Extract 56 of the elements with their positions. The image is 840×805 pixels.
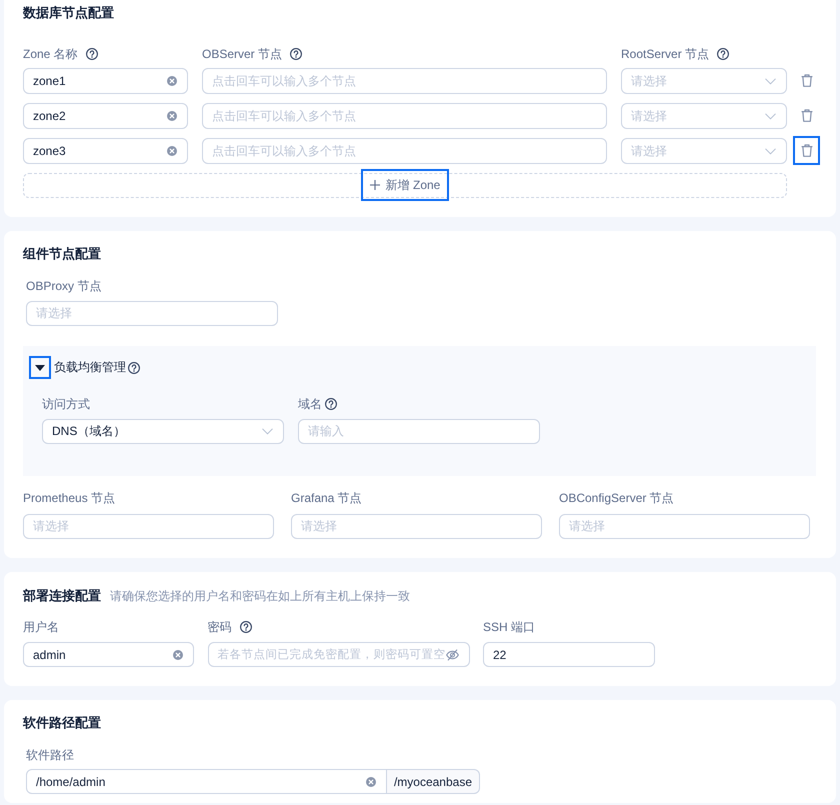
field-label: Zone 名称 bbox=[23, 46, 78, 62]
trash-icon bbox=[800, 144, 812, 157]
input-addon: /myoceanbase bbox=[386, 769, 480, 794]
field-label: OBConfigServer 节点 bbox=[559, 490, 674, 506]
plus-icon bbox=[370, 180, 380, 190]
section-title: 数据库节点配置 bbox=[23, 4, 115, 22]
text-input[interactable]: zone3 bbox=[23, 138, 188, 164]
text-input[interactable]: 请输入 bbox=[298, 419, 540, 444]
field-label: Prometheus 节点 bbox=[23, 490, 116, 506]
collapse-button[interactable] bbox=[29, 356, 51, 379]
panel-title: 负载均衡管理 bbox=[54, 359, 126, 376]
select-field[interactable]: 请选择 bbox=[23, 514, 274, 539]
select-field[interactable]: 请选择 bbox=[559, 514, 810, 539]
text-input[interactable]: 22 bbox=[483, 642, 655, 667]
section-title: 组件节点配置 bbox=[23, 245, 102, 263]
field-label: 用户名 bbox=[23, 618, 59, 636]
select-field[interactable]: 请选择 bbox=[621, 68, 787, 94]
add-zone-button[interactable]: 新增 Zone bbox=[360, 169, 450, 201]
chevron-down-icon bbox=[262, 428, 273, 435]
clear-icon[interactable] bbox=[167, 111, 177, 121]
field-label: SSH 端口 bbox=[483, 618, 536, 636]
trash-icon bbox=[800, 109, 812, 122]
field-label: 访问方式 bbox=[42, 396, 90, 412]
select-field[interactable]: 请选择 bbox=[621, 138, 787, 164]
eye-slash-icon[interactable] bbox=[446, 648, 458, 660]
field-label: OBServer 节点 bbox=[202, 46, 282, 62]
field-label: 密码 bbox=[208, 618, 232, 636]
section-title: 软件路径配置 bbox=[23, 714, 102, 732]
select-field[interactable]: DNS（域名） bbox=[42, 419, 284, 444]
trash-icon bbox=[800, 74, 812, 87]
select-field[interactable]: 请选择 bbox=[26, 301, 278, 326]
chevron-down-icon bbox=[765, 148, 776, 154]
clear-icon[interactable] bbox=[366, 776, 376, 786]
field-label: Grafana 节点 bbox=[291, 490, 362, 506]
password-input[interactable]: 若各节点间已完成免密配置，则密码可置空 bbox=[208, 642, 470, 667]
clear-icon[interactable] bbox=[173, 650, 183, 660]
select-field[interactable]: 请选择 bbox=[621, 103, 787, 129]
text-input[interactable]: 点击回车可以输入多个节点 bbox=[202, 103, 607, 129]
chevron-down-icon bbox=[765, 78, 776, 84]
delete-button[interactable] bbox=[793, 136, 820, 165]
text-input[interactable]: zone2 bbox=[23, 103, 188, 129]
field-label: RootServer 节点 bbox=[621, 46, 710, 62]
text-input[interactable]: 点击回车可以输入多个节点 bbox=[202, 138, 607, 164]
text-input[interactable]: 点击回车可以输入多个节点 bbox=[202, 68, 607, 94]
clear-icon[interactable] bbox=[167, 146, 177, 156]
field-label: 软件路径 bbox=[26, 746, 74, 764]
section-hint: 请确保您选择的用户名和密码在如上所有主机上保持一致 bbox=[110, 588, 410, 605]
select-field[interactable]: 请选择 bbox=[291, 514, 542, 539]
field-label: OBProxy 节点 bbox=[26, 278, 102, 294]
text-input[interactable]: zone1 bbox=[23, 68, 188, 94]
section-title: 部署连接配置 bbox=[23, 587, 101, 605]
field-label: 域名 bbox=[298, 396, 322, 412]
chevron-down-icon bbox=[765, 112, 776, 120]
text-input[interactable]: /home/admin bbox=[26, 769, 387, 794]
text-input[interactable]: admin bbox=[23, 642, 194, 667]
clear-icon[interactable] bbox=[167, 76, 177, 86]
